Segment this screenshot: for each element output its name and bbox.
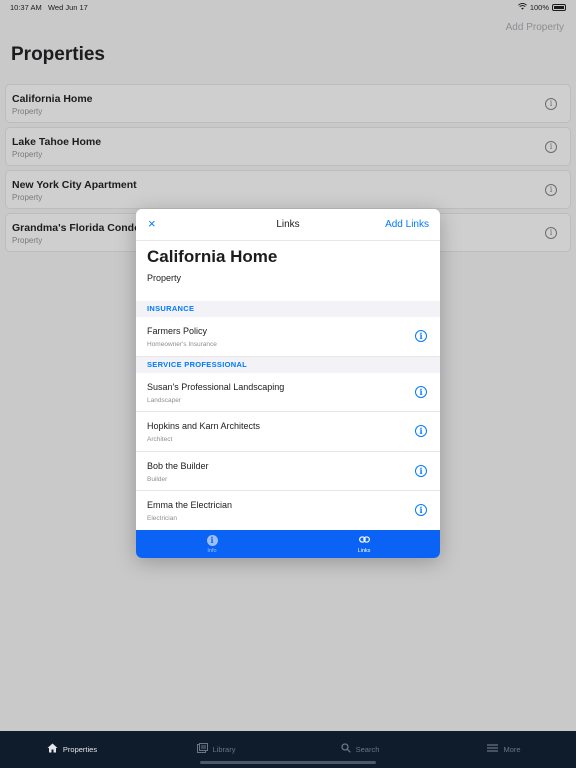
add-links-button[interactable]: Add Links [385, 219, 429, 230]
tab-properties-label: Properties [62, 745, 98, 754]
search-icon [340, 743, 351, 756]
info-icon[interactable]: i [415, 330, 427, 342]
property-type: Property [12, 107, 43, 116]
property-name: New York City Apartment [12, 179, 137, 191]
link-subtitle: Homeowner's Insurance [147, 341, 217, 348]
property-type: Property [12, 193, 43, 202]
link-row[interactable]: Bob the Builder Builder i [136, 451, 440, 491]
link-row[interactable]: Hopkins and Karn Architects Architect i [136, 412, 440, 452]
property-name: Lake Tahoe Home [12, 136, 102, 148]
info-icon[interactable]: i [415, 425, 427, 437]
info-icon[interactable]: i [545, 184, 557, 196]
info-icon[interactable]: i [545, 227, 557, 239]
property-type: Property [12, 236, 43, 245]
info-icon[interactable]: i [415, 385, 427, 398]
section-header-service-professional: SERVICE PROFESSIONAL [136, 356, 440, 373]
info-icon[interactable]: i [415, 464, 427, 477]
tab-more-label: More [503, 745, 521, 754]
menu-icon [487, 744, 499, 755]
link-title: Susan's Professional Landscaping [147, 381, 285, 392]
link-title: Farmers Policy [147, 326, 208, 336]
link-title: Emma the Electrician [147, 500, 233, 510]
tab-links-label: Links [357, 547, 371, 554]
bottom-tab-bar: Properties Library Search More [0, 731, 576, 768]
link-subtitle: Architect [147, 436, 173, 443]
tab-library-label: Library [212, 745, 236, 754]
status-bar: 10:37 AM Wed Jun 17 100% [0, 0, 576, 14]
link-subtitle: Builder [147, 475, 168, 483]
section-header-insurance: INSURANCE [136, 301, 440, 317]
add-property-button[interactable]: Add Property [506, 22, 564, 33]
modal-tab-bar: i Info Links [136, 530, 440, 558]
status-time: 10:37 AM Wed Jun 17 [10, 3, 88, 12]
property-card[interactable]: Lake Tahoe Home Property i [5, 127, 571, 166]
battery-percent: 100% [529, 3, 549, 12]
battery-icon [552, 4, 566, 11]
property-card[interactable]: New York City Apartment Property i [5, 170, 571, 209]
tab-search-label: Search [355, 745, 380, 754]
info-icon: i [206, 534, 218, 546]
tab-info-label: Info [207, 547, 217, 554]
link-title: Bob the Builder [147, 460, 209, 471]
info-icon[interactable]: i [545, 98, 557, 110]
modal-property-name: California Home [147, 247, 278, 266]
modal-nav-bar: × Links Add Links [136, 209, 440, 241]
status-right: 100% [517, 2, 566, 12]
link-row[interactable]: Susan's Professional Landscaping Landsca… [136, 372, 440, 412]
info-icon[interactable]: i [415, 504, 427, 516]
property-name: Grandma's Florida Condo [12, 222, 141, 234]
links-modal: × Links Add Links California Home Proper… [136, 209, 440, 558]
tab-links[interactable]: Links [288, 530, 440, 558]
property-type: Property [12, 150, 43, 159]
link-subtitle: Electrician [147, 515, 177, 522]
property-card[interactable]: California Home Property i [5, 84, 571, 123]
house-icon [47, 743, 58, 756]
library-icon [196, 743, 208, 756]
modal-property-type: Property [147, 273, 182, 283]
link-icon [358, 535, 370, 546]
home-indicator[interactable] [200, 761, 376, 764]
link-row[interactable]: Farmers Policy Homeowner's Insurance i [136, 317, 440, 357]
wifi-icon [517, 2, 527, 12]
link-row[interactable]: Emma the Electrician Electrician i [136, 491, 440, 531]
tab-properties[interactable]: Properties [0, 731, 144, 768]
tab-info[interactable]: i Info [136, 530, 288, 558]
tab-more[interactable]: More [432, 731, 576, 768]
property-name: California Home [12, 93, 93, 105]
page-title: Properties [11, 44, 105, 65]
links-sections: INSURANCE Farmers Policy Homeowner's Ins… [136, 301, 440, 531]
link-subtitle: Landscaper [147, 396, 181, 404]
info-icon[interactable]: i [545, 141, 557, 153]
link-title: Hopkins and Karn Architects [147, 421, 261, 431]
